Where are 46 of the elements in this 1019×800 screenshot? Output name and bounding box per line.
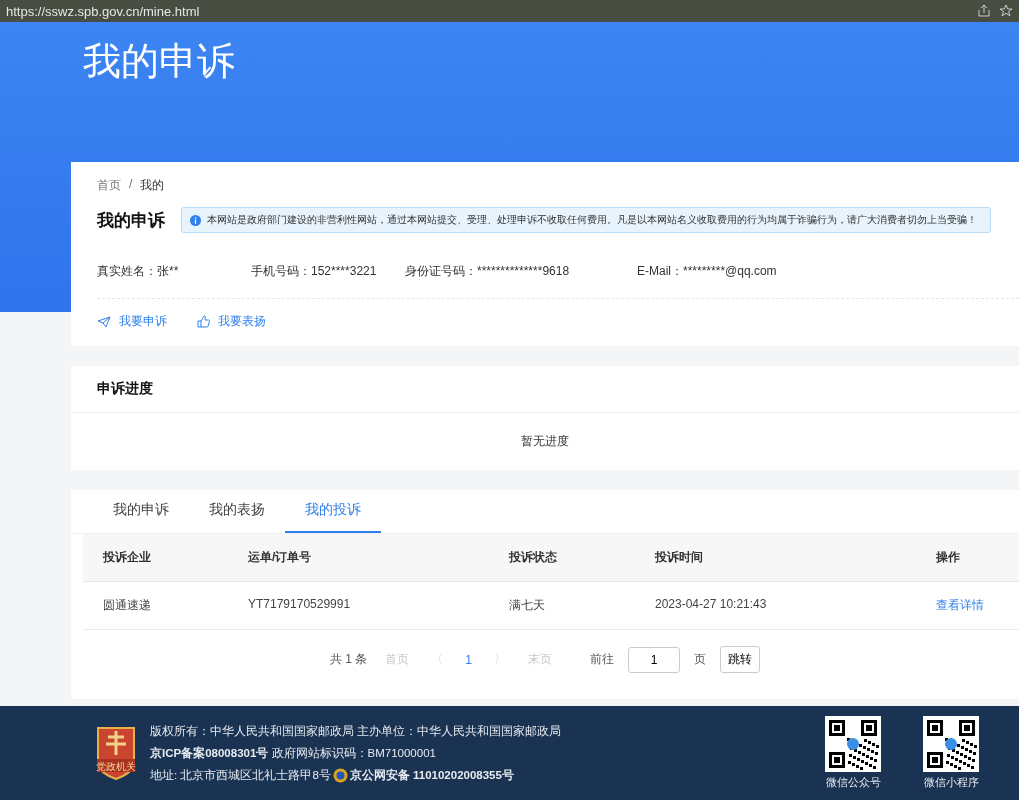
police-emblem-icon [332, 767, 348, 783]
breadcrumb-link[interactable]: 首页 [97, 177, 121, 194]
section-title: 我的申诉 [97, 209, 165, 232]
profile-field: 身份证号码：**************9618 [405, 263, 637, 280]
share-icon[interactable] [977, 4, 991, 18]
column-header: 投诉企业 [83, 534, 228, 582]
tab[interactable]: 我的表扬 [189, 490, 285, 533]
footer-text: 京ICP备案08008301号 政府网站标识码：BM71000001 [150, 745, 437, 761]
qr-caption: 微信小程序 [923, 775, 979, 790]
column-header: 运单/订单号 [228, 534, 489, 582]
table-cell: 2023-04-27 10:21:43 [635, 582, 916, 630]
profile-field: E-Mail：*********@qq.com [637, 263, 993, 280]
page-number[interactable]: 1 [461, 652, 476, 667]
qr-caption: 微信公众号 [825, 775, 881, 790]
action-link[interactable]: 我要申诉 [97, 313, 167, 330]
notice-text: 本网站是政府部门建设的非营利性网站，通过本网站提交、受理、处理申诉不收取任何费用。凡是以本网站名义收取费用的行为均属于诈骗行为，请广大消费者切勿上当受骗！ [207, 213, 977, 227]
paper-plane-icon [97, 315, 111, 328]
qr-code [825, 716, 881, 772]
jump-button[interactable]: 跳转 [720, 646, 760, 673]
breadcrumb-link[interactable]: 我的 [140, 177, 165, 194]
tab[interactable]: 我的申诉 [93, 490, 189, 533]
thumbs-up-icon [197, 315, 210, 328]
column-header: 投诉状态 [489, 534, 635, 582]
action-link[interactable]: 我要表扬 [197, 313, 266, 330]
footer-text: 版权所有：中华人民共和国国家邮政局 主办单位：中华人民共和国国家邮政局 [150, 723, 563, 739]
banner-title: 我的申诉 [83, 39, 236, 84]
column-header: 操作 [916, 534, 1019, 582]
profile-field: 手机号码：152****3221 [251, 263, 405, 280]
section-title: 申诉进度 [97, 380, 154, 398]
profile-field: 真实姓名：张** [97, 263, 251, 280]
footer-text: 地址: 北京市西城区北礼士路甲8号 京公网安备 11010202008355号 [150, 767, 515, 783]
page-input[interactable]: 1 [628, 646, 680, 673]
url-text[interactable]: https://sswz.spb.gov.cn/mine.html [6, 3, 969, 19]
table-cell: YT7179170529991 [228, 582, 489, 630]
table-cell: 圆通速递 [83, 582, 228, 630]
details-link[interactable]: 查看详情 [936, 598, 984, 612]
table-cell: 满七天 [489, 582, 635, 630]
info-icon [190, 214, 201, 226]
breadcrumb-separator: / [129, 177, 133, 193]
total-count: 共 1 条 [330, 651, 368, 668]
empty-text: 暂无进度 [521, 434, 569, 448]
goto-label: 前往 [590, 651, 614, 668]
column-header: 投诉时间 [635, 534, 916, 582]
star-icon[interactable] [999, 4, 1013, 18]
qr-code [923, 716, 979, 772]
page-unit-label: 页 [694, 651, 706, 668]
